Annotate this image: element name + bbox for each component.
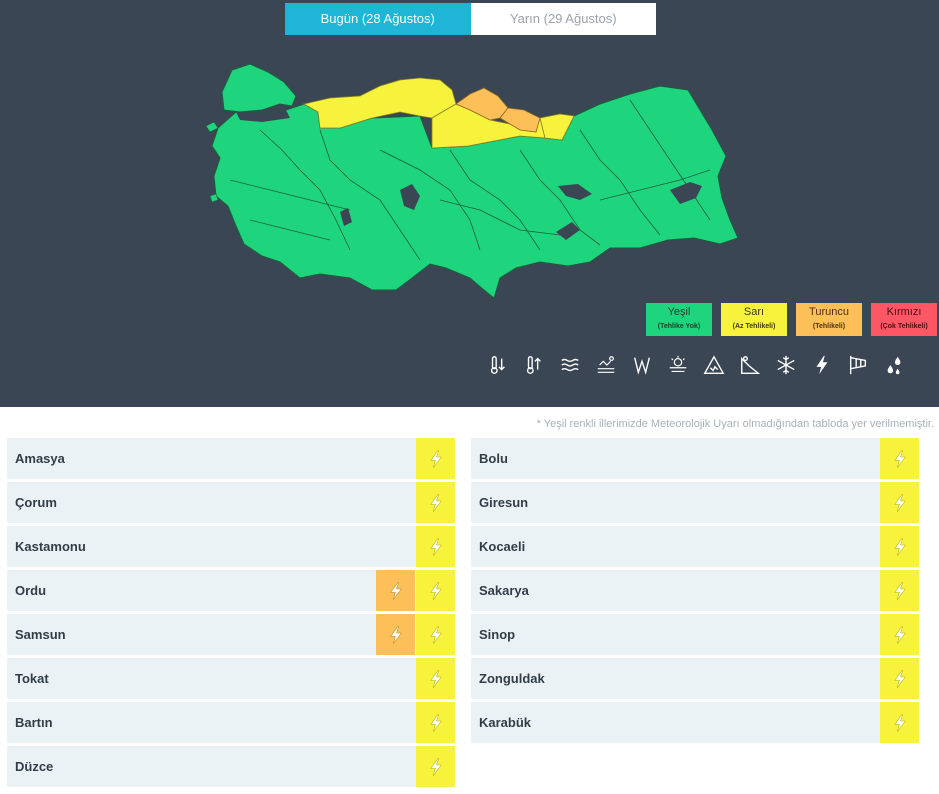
sand-storm-icon[interactable] — [666, 352, 690, 378]
province-row[interactable]: Samsun — [7, 614, 455, 655]
legend-green: Yeşil (Tehlike Yok) — [646, 303, 712, 336]
province-row[interactable]: Amasya — [7, 438, 455, 479]
legend-green-title: Yeşil — [667, 306, 691, 318]
province-name: Bartın — [15, 715, 53, 730]
province-name: Kocaeli — [479, 539, 526, 554]
province-row[interactable]: Kastamonu — [7, 526, 455, 567]
avalanche-icon[interactable] — [702, 352, 726, 378]
thunderstorm-icon[interactable] — [880, 482, 919, 523]
thunderstorm-icon[interactable] — [880, 570, 919, 611]
hazard-icon-bar — [486, 352, 906, 378]
province-row[interactable]: Bartın — [7, 702, 455, 743]
wind-sock-icon[interactable] — [846, 352, 870, 378]
province-row[interactable]: Düzce — [7, 746, 455, 787]
map-panel: Bugün (28 Ağustos) Yarın (29 Ağustos) Ye… — [0, 0, 939, 407]
rain-icon[interactable] — [882, 352, 906, 378]
thunderstorm-icon[interactable] — [376, 614, 415, 655]
thunderstorm-icon[interactable] — [416, 658, 455, 699]
thunderstorm-icon[interactable] — [416, 526, 455, 567]
turkey-map[interactable] — [0, 0, 939, 407]
heat-icon[interactable] — [522, 352, 546, 378]
province-name: Zonguldak — [479, 671, 545, 686]
thunderstorm-icon[interactable] — [810, 352, 834, 378]
province-name: Karabük — [479, 715, 532, 730]
day-tabs: Bugün (28 Ağustos) Yarın (29 Ağustos) — [285, 3, 656, 35]
province-row[interactable]: Karabük — [471, 702, 919, 743]
thunderstorm-icon[interactable] — [416, 614, 455, 655]
region-thrace — [221, 63, 297, 113]
province-row[interactable]: Sinop — [471, 614, 919, 655]
thunderstorm-icon[interactable] — [880, 658, 919, 699]
thunderstorm-icon[interactable] — [416, 482, 455, 523]
province-name: Giresun — [479, 495, 529, 510]
legend: Yeşil (Tehlike Yok) Sarı (Az Tehlikeli) … — [646, 303, 937, 336]
legend-orange: Turuncu (Tehlikeli) — [796, 303, 862, 336]
wind-icon[interactable] — [630, 352, 654, 378]
province-row[interactable]: Zonguldak — [471, 658, 919, 699]
fog-icon[interactable] — [558, 352, 582, 378]
province-name: Bolu — [479, 451, 508, 466]
thunderstorm-icon[interactable] — [416, 746, 455, 787]
thunderstorm-icon[interactable] — [416, 702, 455, 743]
province-row[interactable]: Tokat — [7, 658, 455, 699]
province-name: Tokat — [15, 671, 49, 686]
thunderstorm-icon[interactable] — [880, 614, 919, 655]
legend-yellow-sub: (Az Tehlikeli) — [732, 323, 776, 330]
province-row[interactable]: Giresun — [471, 482, 919, 523]
province-name: Sinop — [479, 627, 516, 642]
province-list-right: Bolu Giresun Kocaeli Sakarya Sinop Zonguldak K… — [471, 438, 919, 746]
province-row[interactable]: Ordu — [7, 570, 455, 611]
legend-yellow: Sarı (Az Tehlikeli) — [721, 303, 787, 336]
ice-icon[interactable] — [738, 352, 762, 378]
thunderstorm-icon[interactable] — [416, 438, 455, 479]
legend-green-sub: (Tehlike Yok) — [657, 323, 701, 330]
thunderstorm-icon[interactable] — [416, 570, 455, 611]
legend-red-title: Kırmızı — [886, 306, 922, 318]
legend-orange-title: Turuncu — [809, 306, 849, 318]
province-row[interactable]: Çorum — [7, 482, 455, 523]
legend-red-sub: (Çok Tehlikeli) — [880, 323, 928, 330]
legend-yellow-title: Sarı — [743, 306, 765, 318]
cold-icon[interactable] — [486, 352, 510, 378]
province-name: Düzce — [15, 759, 54, 774]
province-row[interactable]: Bolu — [471, 438, 919, 479]
note-text: * Yeşil renkli illerimizde Meteorolojik … — [536, 418, 934, 430]
province-row[interactable]: Sakarya — [471, 570, 919, 611]
province-name: Sakarya — [479, 583, 529, 598]
thunderstorm-icon[interactable] — [880, 438, 919, 479]
province-list-left: Amasya Çorum Kastamonu Ordu Samsun Tokat Bartı… — [7, 438, 455, 790]
island-gokceada — [205, 121, 219, 133]
dust-icon[interactable] — [594, 352, 618, 378]
province-name: Çorum — [15, 495, 57, 510]
tab-today[interactable]: Bugün (28 Ağustos) — [285, 3, 471, 35]
province-row[interactable]: Kocaeli — [471, 526, 919, 567]
thunderstorm-icon[interactable] — [880, 526, 919, 567]
legend-orange-sub: (Tehlikeli) — [812, 323, 846, 330]
legend-red: Kırmızı (Çok Tehlikeli) — [871, 303, 937, 336]
province-name: Kastamonu — [15, 539, 86, 554]
province-name: Amasya — [15, 451, 65, 466]
thunderstorm-icon[interactable] — [376, 570, 415, 611]
thunderstorm-icon[interactable] — [880, 702, 919, 743]
snow-icon[interactable] — [774, 352, 798, 378]
tab-tomorrow[interactable]: Yarın (29 Ağustos) — [470, 3, 656, 35]
